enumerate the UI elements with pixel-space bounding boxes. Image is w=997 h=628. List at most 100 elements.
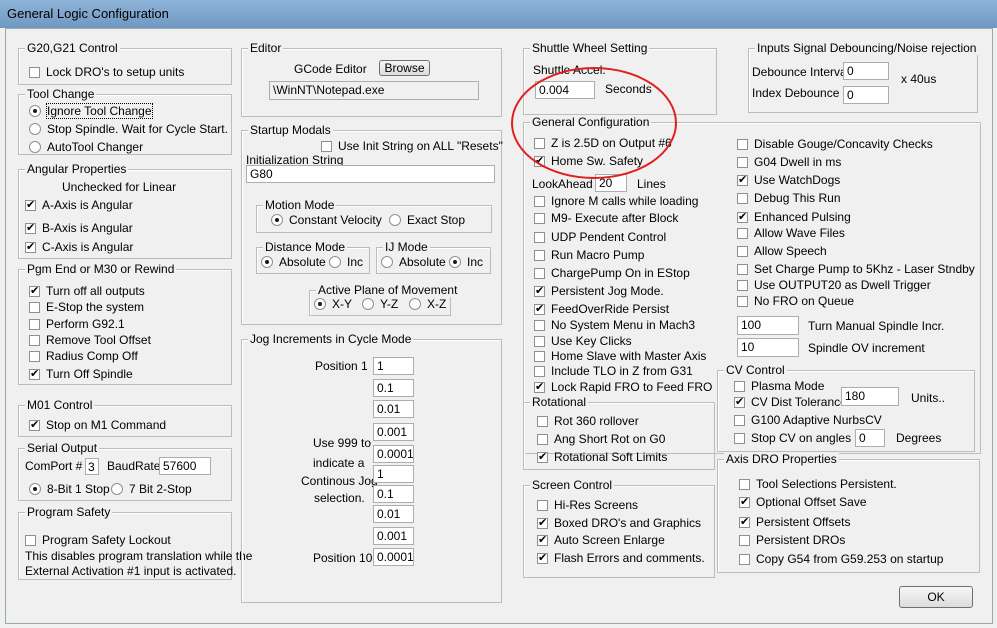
radio-ij-absolute[interactable]: Absolute (381, 255, 446, 269)
use-init-string-checkbox[interactable]: Use Init String on ALL "Resets" (321, 139, 503, 153)
use-output20-checkbox[interactable]: Use OUTPUT20 as Dwell Trigger (737, 278, 931, 292)
program-safety-lockout-checkbox[interactable]: Program Safety Lockout (25, 533, 171, 547)
jog-position-1-input[interactable]: 1 (373, 357, 414, 375)
checkbox-box[interactable] (534, 335, 545, 347)
c-axis-angular-checkbox[interactable]: C-Axis is Angular (25, 240, 133, 254)
checkbox-box[interactable] (534, 231, 545, 243)
radio-dot[interactable] (29, 105, 41, 117)
checkbox-box[interactable] (25, 221, 36, 234)
jog-position-3-input[interactable]: 0.01 (373, 400, 414, 418)
persistent-jog-checkbox[interactable]: Persistent Jog Mode. (534, 284, 664, 298)
jog-position-9-input[interactable]: 0.001 (373, 527, 414, 545)
m9-execute-checkbox[interactable]: M9- Execute after Block (534, 211, 678, 225)
radio-dot[interactable] (29, 141, 41, 153)
checkbox-box[interactable] (25, 198, 36, 211)
turn-off-outputs-checkbox[interactable]: Turn off all outputs (29, 284, 145, 298)
checkbox-box[interactable] (737, 138, 748, 150)
checkbox-box[interactable] (734, 395, 745, 408)
comport-input[interactable]: 3 (85, 458, 99, 475)
rotational-soft-limits-checkbox[interactable]: Rotational Soft Limits (537, 450, 667, 464)
checkbox-box[interactable] (534, 380, 545, 393)
tool-selections-persistent-checkbox[interactable]: Tool Selections Persistent. (739, 477, 897, 491)
checkbox-box[interactable] (534, 302, 545, 315)
radio-constant-velocity[interactable]: Constant Velocity (271, 213, 382, 227)
checkbox-box[interactable] (321, 140, 332, 152)
ang-short-rot-checkbox[interactable]: Ang Short Rot on G0 (537, 432, 665, 446)
turn-off-spindle-checkbox[interactable]: Turn Off Spindle (29, 367, 133, 381)
checkbox-box[interactable] (739, 495, 750, 508)
copy-g54-checkbox[interactable]: Copy G54 from G59.253 on startup (739, 552, 943, 566)
checkbox-box[interactable] (534, 350, 545, 362)
checkbox-box[interactable] (534, 137, 545, 149)
checkbox-box[interactable] (29, 284, 40, 297)
checkbox-box[interactable] (29, 334, 40, 346)
init-string-input[interactable]: G80 (246, 165, 495, 183)
radio-exact-stop[interactable]: Exact Stop (389, 213, 465, 227)
checkbox-box[interactable] (29, 318, 40, 330)
radio-8bit-1stop[interactable]: 8-Bit 1 Stop (29, 482, 110, 496)
checkbox-box[interactable] (537, 516, 548, 529)
title-bar[interactable]: General Logic Configuration (0, 0, 997, 28)
lock-dro-checkbox[interactable]: Lock DRO's to setup units (29, 65, 184, 79)
stop-on-m1-checkbox[interactable]: Stop on M1 Command (29, 418, 166, 432)
radio-dot[interactable] (381, 256, 393, 268)
checkbox-box[interactable] (29, 418, 40, 431)
checkbox-box[interactable] (739, 553, 750, 565)
g100-adaptive-checkbox[interactable]: G100 Adaptive NurbsCV (734, 413, 882, 427)
radio-distance-absolute[interactable]: Absolute (261, 255, 326, 269)
ok-button[interactable]: OK (899, 586, 973, 608)
g04-dwell-checkbox[interactable]: G04 Dwell in ms (737, 155, 841, 169)
home-sw-safety-checkbox[interactable]: Home Sw. Safety (534, 154, 643, 168)
remove-tool-offset-checkbox[interactable]: Remove Tool Offset (29, 333, 151, 347)
jog-position-6-input[interactable]: 1 (373, 465, 414, 483)
radio-dot[interactable] (271, 214, 283, 226)
include-tlo-checkbox[interactable]: Include TLO in Z from G31 (534, 364, 693, 378)
checkbox-box[interactable] (739, 534, 750, 546)
checkbox-box[interactable] (534, 195, 545, 207)
checkbox-box[interactable] (537, 533, 548, 546)
a-axis-angular-checkbox[interactable]: A-Axis is Angular (25, 198, 133, 212)
editor-path-field[interactable]: \WinNT\Notepad.exe (269, 81, 479, 100)
radio-plane-yz[interactable]: Y-Z (362, 297, 398, 311)
radio-ij-inc[interactable]: Inc (449, 255, 483, 269)
checkbox-box[interactable] (737, 210, 748, 223)
radio-dot[interactable] (29, 483, 41, 495)
stop-cv-angles-checkbox[interactable]: Stop CV on angles > (734, 431, 861, 445)
checkbox-box[interactable] (537, 433, 548, 445)
checkbox-box[interactable] (537, 415, 548, 427)
charge-pump-5khz-checkbox[interactable]: Set Charge Pump to 5Khz - Laser Stndby (737, 262, 975, 276)
stop-cv-angles-input[interactable]: 0 (855, 429, 885, 447)
lookahead-input[interactable]: 20 (595, 174, 627, 192)
radio-dot[interactable] (261, 256, 273, 268)
lock-rapid-fro-checkbox[interactable]: Lock Rapid FRO to Feed FRO (534, 380, 712, 394)
rot-360-checkbox[interactable]: Rot 360 rollover (537, 414, 639, 428)
radio-7bit-2stop[interactable]: 7 Bit 2-Stop (111, 482, 192, 496)
checkbox-box[interactable] (534, 284, 545, 297)
checkbox-box[interactable] (25, 240, 36, 253)
persistent-offsets-checkbox[interactable]: Persistent Offsets (739, 515, 850, 529)
checkbox-box[interactable] (737, 295, 748, 307)
checkbox-box[interactable] (734, 432, 745, 444)
radio-distance-inc[interactable]: Inc (329, 255, 363, 269)
enhanced-pulsing-checkbox[interactable]: Enhanced Pulsing (737, 210, 851, 224)
checkbox-box[interactable] (25, 534, 36, 546)
checkbox-box[interactable] (737, 192, 748, 204)
cv-dist-tolerance-input[interactable]: 180 (841, 387, 899, 406)
use-watchdogs-checkbox[interactable]: Use WatchDogs (737, 173, 840, 187)
radio-stop-spindle[interactable]: Stop Spindle. Wait for Cycle Start. (29, 122, 228, 136)
turn-manual-spindle-input[interactable]: 100 (737, 316, 799, 335)
checkbox-box[interactable] (737, 245, 748, 257)
z-25d-checkbox[interactable]: Z is 2.5D on Output #6 (534, 136, 672, 150)
cv-dist-tolerance-checkbox[interactable]: CV Dist Tolerance (734, 395, 847, 409)
no-system-menu-checkbox[interactable]: No System Menu in Mach3 (534, 318, 695, 332)
allow-wave-files-checkbox[interactable]: Allow Wave Files (737, 226, 845, 240)
jog-position-8-input[interactable]: 0.01 (373, 505, 414, 523)
checkbox-box[interactable] (739, 478, 750, 490)
home-slave-checkbox[interactable]: Home Slave with Master Axis (534, 349, 706, 363)
perform-g92-checkbox[interactable]: Perform G92.1 (29, 317, 125, 331)
checkbox-box[interactable] (534, 249, 545, 261)
radio-ignore-tool-change[interactable]: Ignore Tool Change (29, 103, 153, 119)
radio-plane-xy[interactable]: X-Y (314, 297, 352, 311)
checkbox-box[interactable] (537, 499, 548, 511)
checkbox-box[interactable] (737, 227, 748, 239)
